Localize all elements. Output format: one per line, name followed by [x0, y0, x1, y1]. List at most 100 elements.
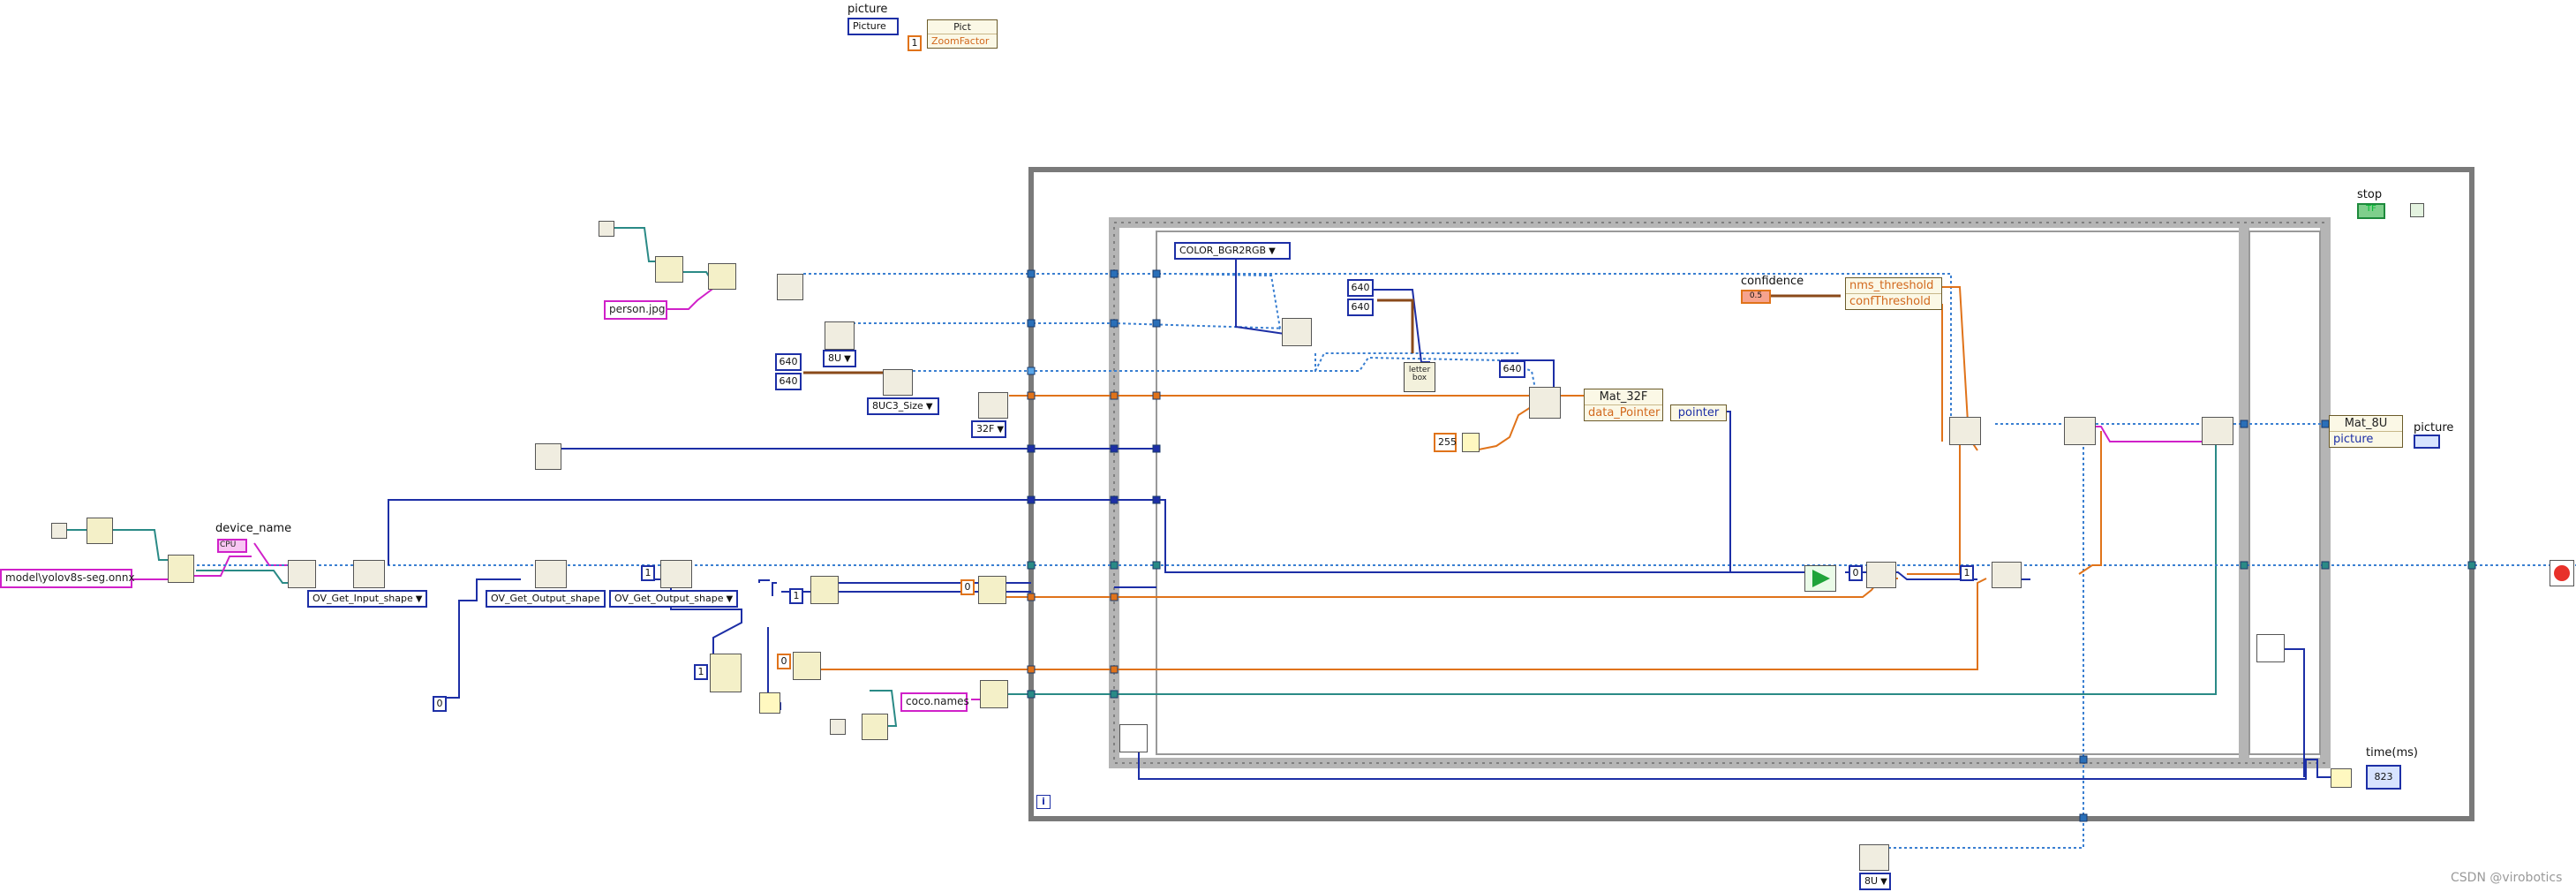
picture-out-label: picture [2414, 421, 2454, 435]
inner-h-const[interactable]: 640 [1347, 299, 1374, 316]
color-conv-enum[interactable]: COLOR_BGR2RGB ▼ [1174, 242, 1291, 260]
stop-label: stop [2357, 188, 2383, 201]
input-shape-text: OV_Get_Input_shape [313, 593, 413, 604]
letterbox-vi[interactable]: letter box [1404, 362, 1435, 392]
time-indicator: 823 [2366, 765, 2401, 790]
stop-control[interactable]: TF [2357, 203, 2385, 219]
type-8u-bottom-enum[interactable]: 8U ▼ [1859, 873, 1891, 890]
output-shape-a-enum[interactable]: OV_Get_Output_shape [486, 590, 606, 608]
wire-layer [65, 167, 2576, 857]
split-names-icon[interactable] [980, 680, 1008, 708]
infer-icon-1[interactable] [1949, 417, 1981, 445]
output-shape-a-icon[interactable] [535, 560, 567, 588]
timer-icon-b[interactable] [2256, 634, 2285, 662]
run-arrow-svg [1812, 570, 1830, 587]
model-path-const[interactable]: model\yolov8s-seg.onnx [0, 569, 135, 588]
get-output-icon-2[interactable] [1992, 562, 2022, 588]
array-icon-b[interactable] [793, 652, 821, 680]
picture-label: picture [847, 3, 888, 16]
while-loop-frame [1028, 167, 2474, 821]
cvt-color-icon[interactable] [1282, 318, 1312, 346]
file-path-icon-2 [830, 719, 846, 735]
one-const-d[interactable]: 1 [1960, 565, 1974, 581]
output-shape-a-text: OV_Get_Output_shape [491, 593, 600, 604]
input-shape-icon[interactable] [353, 560, 385, 588]
confidence-control[interactable]: 0.5 [1741, 290, 1771, 304]
input-shape-enum[interactable]: OV_Get_Input_shape ▼ [307, 590, 427, 608]
loop-iteration-terminal: i [1036, 795, 1051, 809]
coco-names-const[interactable]: coco.names [900, 692, 969, 712]
dropdown-arrow-icon: ▼ [925, 402, 933, 412]
picture-indicator [2414, 435, 2440, 449]
watermark: CSDN @virobotics [2451, 871, 2563, 885]
loop-tunnels [1027, 269, 2476, 822]
build-image-path-icon[interactable] [708, 263, 736, 290]
infer-icon-3[interactable] [2202, 417, 2233, 445]
output-shape-b-text: OV_Get_Output_shape [614, 593, 724, 604]
multiply-icon[interactable] [759, 692, 780, 714]
size-h-const[interactable]: 640 [775, 373, 802, 390]
file-path-icon [51, 523, 67, 539]
read-model-icon[interactable] [87, 518, 113, 544]
inner-w-const[interactable]: 640 [1347, 279, 1374, 297]
stop-terminal-icon[interactable] [2410, 203, 2424, 217]
zoom-factor-label: ZoomFactor [928, 34, 997, 48]
mat-create-icon-2[interactable] [883, 369, 913, 396]
pointer-node[interactable]: pointer [1670, 404, 1727, 421]
read-image-file-icon[interactable] [655, 256, 683, 283]
openvino-core-icon[interactable] [288, 560, 316, 588]
mat-create-icon-3[interactable] [978, 392, 1008, 419]
infer-icon-2[interactable] [2064, 417, 2096, 445]
stop-button-icon[interactable] [2550, 560, 2574, 586]
get-output-icon-1[interactable] [1866, 562, 1896, 588]
dropdown-arrow-icon: ▼ [726, 594, 734, 604]
type-8u-enum[interactable]: 8U ▼ [823, 350, 856, 367]
zero-const-d[interactable]: 0 [1849, 565, 1863, 581]
cluster-wires [803, 294, 1841, 396]
type-32f-enum[interactable]: 32F ▼ [971, 420, 1006, 438]
tick-count-icon[interactable] [535, 443, 561, 470]
mat8u-title: Mat_8U [2344, 417, 2388, 430]
one-const-a[interactable]: 1 [641, 565, 655, 581]
divide-icon[interactable] [1462, 433, 1480, 452]
one-const-b[interactable]: 1 [789, 588, 803, 604]
mat-create-icon[interactable] [825, 321, 855, 350]
mat8u-property-node[interactable]: Mat_8U picture [2329, 415, 2403, 448]
picture-control[interactable]: Picture [847, 18, 899, 35]
dropdown-arrow-icon: ▼ [1269, 246, 1276, 256]
output-shape-b-enum[interactable]: OV_Get_Output_shape ▼ [609, 590, 738, 608]
mat-create-icon-bottom[interactable] [1859, 844, 1889, 871]
device-name-control[interactable]: CPU [217, 539, 247, 553]
run-arrow-icon[interactable] [1804, 565, 1836, 592]
image-path-const[interactable]: person.jpg [604, 300, 667, 320]
float-wires [795, 286, 2102, 670]
color-conv-text: COLOR_BGR2RGB [1179, 245, 1267, 256]
scale-const[interactable]: 255 [1434, 433, 1457, 452]
reshape-icon-a[interactable] [810, 576, 839, 604]
blob-from-image-icon[interactable] [1529, 387, 1561, 419]
read-names-icon[interactable] [862, 714, 888, 740]
imread-icon[interactable] [777, 274, 803, 300]
zero-const-left[interactable]: 0 [433, 696, 447, 712]
compare-icon[interactable] [2331, 768, 2352, 788]
zero-const-c[interactable]: 0 [777, 654, 791, 669]
type-32f-text: 32F [976, 423, 995, 435]
zero-const-b[interactable]: 0 [960, 579, 975, 595]
resize-const[interactable]: 640 [1499, 360, 1525, 378]
mat32f-property-node[interactable]: Mat_32F data_Pointer [1584, 389, 1663, 421]
array-icon-a[interactable] [978, 576, 1006, 604]
reshape-icon-b[interactable] [710, 654, 742, 692]
timer-icon-a[interactable] [1119, 724, 1148, 752]
string-wires [132, 286, 2207, 700]
build-path-icon[interactable] [168, 555, 194, 583]
threshold-bundle[interactable]: nms_threshold confThreshold [1845, 277, 1942, 310]
one-const-c[interactable]: 1 [694, 664, 708, 680]
dropdown-arrow-icon: ▼ [844, 354, 851, 364]
data-pointer-label: data_Pointer [1585, 404, 1662, 420]
type-8uc3-enum[interactable]: 8UC3_Size ▼ [867, 397, 939, 415]
pict-property-node[interactable]: Pict ZoomFactor [927, 19, 998, 49]
size-w-const[interactable]: 640 [775, 353, 802, 371]
output-shape-b-icon[interactable] [660, 560, 692, 588]
pict-title: Pict [953, 21, 971, 33]
zoom-const[interactable]: 1 [908, 35, 922, 51]
